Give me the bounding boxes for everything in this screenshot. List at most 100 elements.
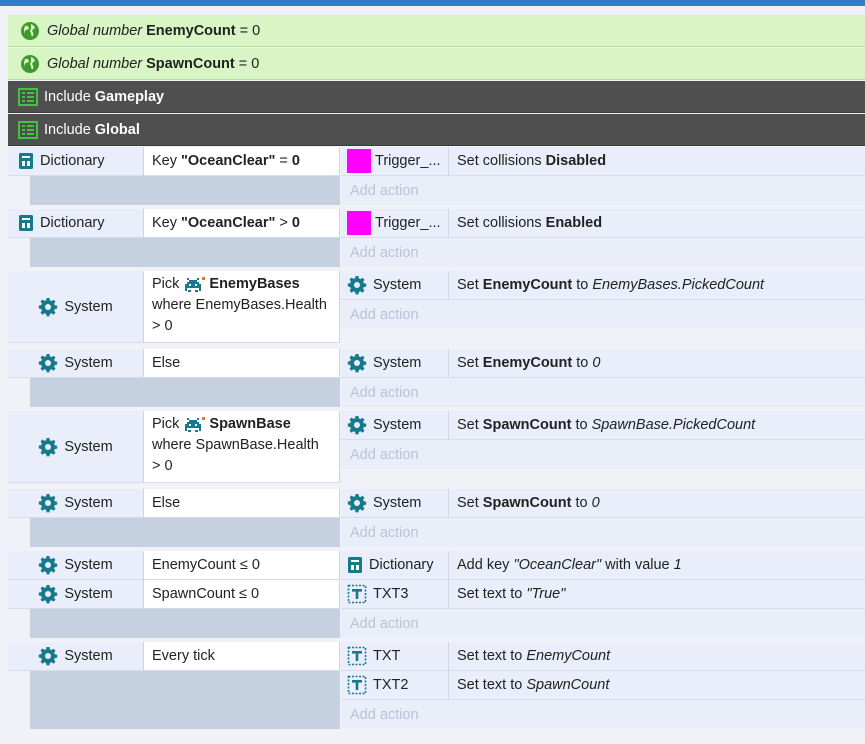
include-gameplay[interactable]: Include Gameplay (8, 81, 865, 113)
condition-object-name: Dictionary (40, 215, 105, 231)
action-row[interactable]: Dictionary Add key "OceanClear" with val… (341, 551, 865, 580)
action-text[interactable]: Add key "OceanClear" with value 1 (449, 557, 682, 573)
gear-icon (38, 493, 58, 513)
action-row[interactable]: TXT Set text to EnemyCount (341, 642, 865, 671)
event-block-8[interactable]: System Every tick TXT Set text to EnemyC… (8, 642, 865, 729)
condition-object[interactable]: Dictionary (8, 209, 144, 238)
condition-text[interactable]: Pick EnemyBases where EnemyBases.Health >… (144, 271, 340, 343)
action-variable: SpawnCount (482, 495, 572, 511)
gear-icon (38, 646, 58, 666)
condition-object[interactable]: Dictionary (8, 147, 144, 176)
condition-text[interactable]: SpawnCount ≤ 0 (144, 580, 340, 609)
action-object-name: TXT2 (373, 677, 409, 693)
include-sheet-icon (18, 121, 38, 139)
action-row[interactable]: Trigger_... Set collisions Disabled (341, 147, 865, 176)
action-text[interactable]: Set text to EnemyCount (449, 648, 610, 664)
action-row[interactable]: System Set SpawnCount to SpawnBase.Picke… (341, 411, 865, 440)
add-action-button[interactable]: Add action (341, 700, 865, 729)
action-row[interactable]: Trigger_... Set collisions Enabled (341, 209, 865, 238)
action-row[interactable]: TXT2 Set text to SpawnCount (341, 671, 865, 700)
gear-icon (347, 415, 367, 435)
action-object-name: System (373, 417, 422, 433)
gear-icon (347, 353, 367, 373)
action-object[interactable]: System (341, 489, 449, 517)
condition-text[interactable]: Pick SpawnBase where SpawnBase.Health > 0 (144, 411, 340, 483)
condition-text[interactable]: EnemyCount ≤ 0 (144, 551, 340, 580)
every-tick-condition: Every tick (152, 648, 215, 664)
action-text[interactable]: Set text to SpawnCount (449, 677, 609, 693)
event-block-5[interactable]: System Pick SpawnBase where SpawnBase.Hea… (8, 411, 865, 483)
action-row[interactable]: System Set EnemyCount to EnemyBases.Pick… (341, 271, 865, 300)
action-variable: EnemyCount (482, 355, 573, 371)
action-object-name: TXT3 (373, 586, 409, 602)
add-action-button[interactable]: Add action (341, 300, 865, 329)
action-row[interactable]: TXT3 Set text to "True" (341, 580, 865, 609)
cond-operator: = (279, 153, 288, 169)
event-block-6[interactable]: System Else System Set SpawnCount to 0 A… (8, 489, 865, 547)
action-object[interactable]: TXT (341, 642, 449, 670)
global-var-name: SpawnCount (146, 55, 235, 72)
event-block-1[interactable]: Dictionary Key "OceanClear" = 0 Trigger_… (8, 147, 865, 205)
else-condition: Else (152, 495, 181, 511)
action-expression: SpawnCount (526, 677, 610, 693)
condition-text[interactable]: Else (144, 489, 340, 518)
condition-text[interactable]: Every tick (144, 642, 340, 671)
action-object[interactable]: TXT3 (341, 580, 449, 608)
action-text[interactable]: Set EnemyCount to EnemyBases.PickedCount (449, 277, 764, 293)
condition-object[interactable]: System (8, 551, 144, 580)
action-object[interactable]: Trigger_... (341, 147, 449, 175)
cond-key: "OceanClear" (181, 153, 276, 169)
action-row[interactable]: System Set SpawnCount to 0 (341, 489, 865, 518)
action-object-name: System (373, 277, 422, 293)
action-object[interactable]: Trigger_... (341, 209, 449, 237)
condition-object[interactable]: System (8, 642, 144, 671)
event-block-3[interactable]: System Pick EnemyBases where EnemyBases.H… (8, 271, 865, 343)
condition-object[interactable]: System (8, 411, 144, 483)
action-verb: Add key (457, 557, 510, 573)
condition-object[interactable]: System (8, 489, 144, 518)
add-action-button[interactable]: Add action (341, 518, 865, 547)
add-action-button[interactable]: Add action (341, 378, 865, 407)
action-text[interactable]: Set SpawnCount to 0 (449, 495, 600, 511)
action-text[interactable]: Set SpawnCount to SpawnBase.PickedCount (449, 417, 755, 433)
pick-word: Pick (152, 276, 180, 292)
condition-object[interactable]: System (8, 580, 144, 609)
add-action-button[interactable]: Add action (341, 440, 865, 469)
condition-object-name: System (64, 495, 113, 511)
add-action-button[interactable]: Add action (341, 609, 865, 638)
event-block-4[interactable]: System Else System Set EnemyCount to 0 A… (8, 349, 865, 407)
text-object-icon (347, 646, 367, 666)
condition-text[interactable]: Else (144, 349, 340, 378)
action-text[interactable]: Set EnemyCount to 0 (449, 355, 600, 371)
global-var-prefix: Global number (47, 22, 143, 39)
condition-object[interactable]: System (8, 349, 144, 378)
condition-object[interactable]: System (8, 271, 144, 343)
action-verb: Set text to (457, 677, 523, 693)
action-object[interactable]: System (341, 271, 449, 299)
action-object-name: Trigger_... (375, 153, 441, 169)
add-action-button[interactable]: Add action (341, 176, 865, 205)
action-variable: SpawnCount (482, 417, 572, 433)
include-global[interactable]: Include Global (8, 114, 865, 146)
action-expression: 0 (591, 495, 600, 511)
action-object[interactable]: System (341, 411, 449, 439)
dictionary-icon (18, 152, 34, 170)
action-text[interactable]: Set collisions Disabled (449, 153, 606, 169)
event-block-7[interactable]: System EnemyCount ≤ 0 System SpawnCount … (8, 551, 865, 638)
action-object[interactable]: TXT2 (341, 671, 449, 699)
action-verb: Set (457, 355, 479, 371)
condition-text[interactable]: Key "OceanClear" > 0 (144, 209, 340, 238)
event-block-2[interactable]: Dictionary Key "OceanClear" > 0 Trigger_… (8, 209, 865, 267)
global-variable-enemycount[interactable]: Global number EnemyCount = 0 (8, 15, 865, 47)
gear-icon (38, 297, 58, 317)
condition-text[interactable]: Key "OceanClear" = 0 (144, 147, 340, 176)
action-text[interactable]: Set text to "True" (449, 586, 565, 602)
condition-filler (30, 518, 340, 547)
add-action-button[interactable]: Add action (341, 238, 865, 267)
action-text[interactable]: Set collisions Enabled (449, 215, 602, 231)
action-object[interactable]: System (341, 349, 449, 377)
action-row[interactable]: System Set EnemyCount to 0 (341, 349, 865, 378)
global-variable-spawncount[interactable]: Global number SpawnCount = 0 (8, 48, 865, 80)
action-object-name: System (373, 495, 422, 511)
action-object[interactable]: Dictionary (341, 551, 449, 579)
